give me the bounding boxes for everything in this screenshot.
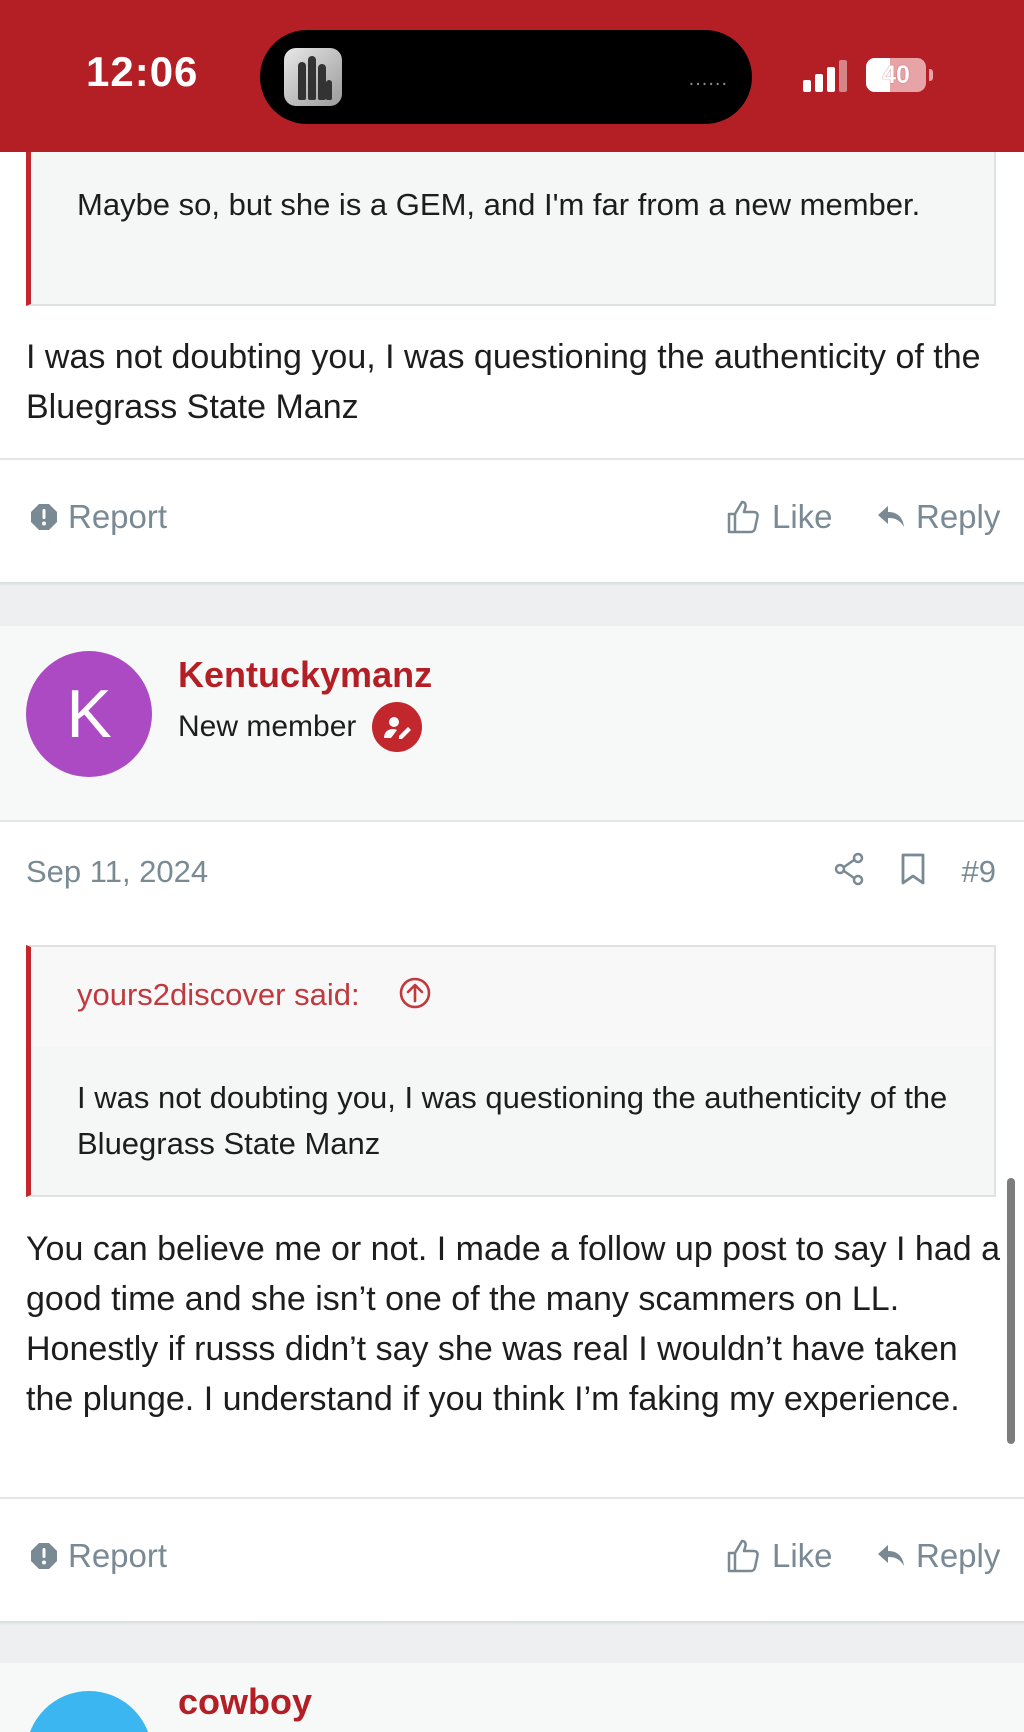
post-10-user-header: cowboy (0, 1663, 1024, 1732)
report-label: Report (68, 1537, 168, 1574)
user-edit-badge-icon (372, 702, 422, 752)
username[interactable]: Kentuckymanz (178, 654, 432, 696)
bookmark-icon[interactable] (900, 852, 926, 886)
status-bar: 12:06 ...... 40 (0, 0, 1024, 152)
post-8-body: I was not doubting you, I was questionin… (26, 338, 981, 426)
reply-icon (878, 506, 904, 527)
user-title: New member (178, 710, 357, 743)
divider (0, 458, 1024, 460)
live-activity-app-icon (284, 48, 342, 106)
divider (0, 1497, 1024, 1499)
post-9-actions: Report Like Reply (0, 1501, 1024, 1621)
battery-level: 40 (882, 61, 910, 89)
post-9-quote-text: I was not doubting you, I was questionin… (77, 1080, 948, 1161)
arrow-up-circle-icon[interactable] (399, 977, 431, 1009)
post-8-quote-text: Maybe so, but she is a GEM, and I'm far … (77, 187, 921, 222)
thumbs-up-icon (727, 1539, 759, 1573)
alert-icon (31, 1543, 57, 1569)
quote-author-link[interactable]: yours2discover said: (77, 977, 360, 1013)
quote-header: yours2discover said: (31, 947, 994, 1047)
share-icon[interactable] (834, 852, 864, 886)
post-9-quote: yours2discover said: I was not doubting … (26, 945, 996, 1197)
report-button[interactable]: Report (30, 498, 167, 536)
like-label: Like (772, 498, 833, 535)
island-dots: ...... (688, 68, 728, 90)
reply-button[interactable]: Reply (876, 1537, 1000, 1575)
post-date[interactable]: Sep 11, 2024 (26, 854, 208, 890)
avatar[interactable]: K (26, 651, 152, 777)
like-label: Like (772, 1537, 833, 1574)
alert-icon (31, 504, 57, 530)
avatar-letter: K (66, 676, 112, 752)
reply-button[interactable]: Reply (876, 498, 1000, 536)
report-label: Report (68, 498, 168, 535)
post-9-user-header: K Kentuckymanz New member (0, 626, 1024, 820)
username[interactable]: cowboy (178, 1681, 312, 1723)
scrollbar[interactable] (1007, 1178, 1015, 1444)
status-time: 12:06 (86, 48, 199, 95)
post-8-quote: Maybe so, but she is a GEM, and I'm far … (26, 152, 996, 306)
like-button[interactable]: Like (726, 498, 833, 536)
post-separator (0, 582, 1024, 626)
thumbs-up-icon (727, 500, 759, 534)
reply-label: Reply (916, 498, 1001, 535)
post-number[interactable]: #9 (962, 854, 996, 890)
post-9-meta: Sep 11, 2024 #9 (0, 822, 1024, 932)
post-9-body: You can believe me or not. I made a foll… (26, 1230, 1001, 1418)
post-8-actions: Report Like Reply (0, 462, 1024, 582)
report-button[interactable]: Report (30, 1537, 167, 1575)
like-button[interactable]: Like (726, 1537, 833, 1575)
reply-label: Reply (916, 1537, 1001, 1574)
post-separator (0, 1621, 1024, 1663)
battery-tip (929, 69, 933, 81)
dynamic-island: ...... (260, 30, 752, 124)
cellular-signal-icon (803, 60, 851, 92)
avatar[interactable] (26, 1691, 152, 1732)
reply-icon (878, 1545, 904, 1566)
battery-icon: 40 (866, 58, 926, 92)
